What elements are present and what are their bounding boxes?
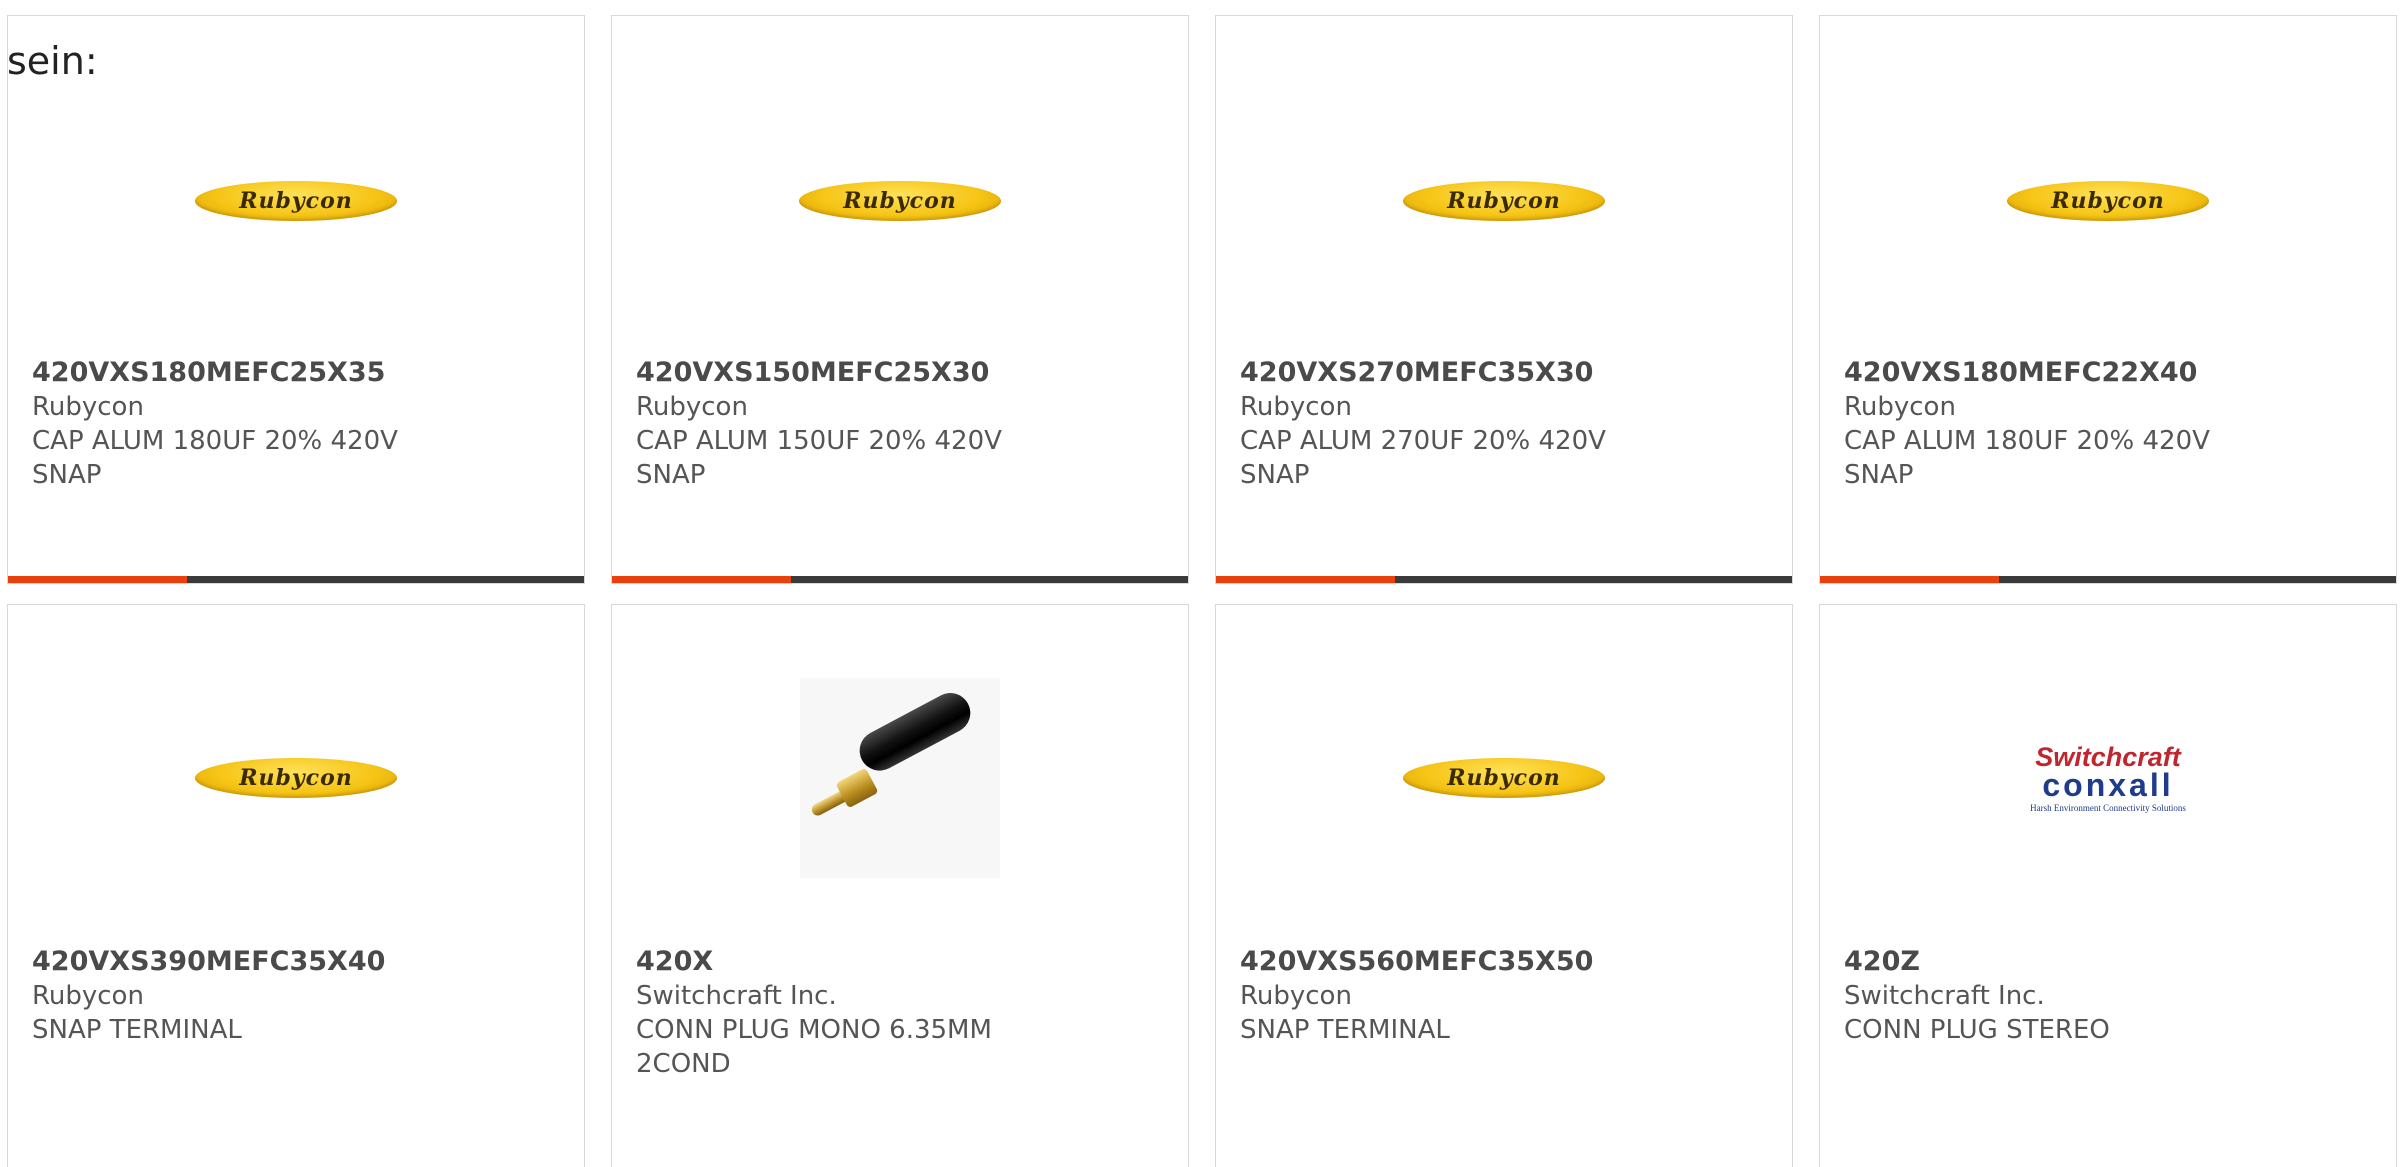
product-grid-page: sein: Rubycon 420VXS180MEFC25X35 Rubycon… <box>0 0 2400 1167</box>
part-number-link[interactable]: 420VXS150MEFC25X30 <box>636 356 1164 390</box>
progress-fill <box>8 576 187 583</box>
part-number-link[interactable]: 420VXS270MEFC35X30 <box>1240 356 1768 390</box>
manufacturer-name: Switchcraft Inc. <box>1844 981 2045 1011</box>
part-number-link[interactable]: 420VXS180MEFC22X40 <box>1844 356 2372 390</box>
rubycon-logo: Rubycon <box>2007 181 2209 221</box>
part-number-link[interactable]: 420Z <box>1844 945 2372 979</box>
product-image[interactable]: Rubycon <box>8 56 584 346</box>
product-card[interactable]: Rubycon 420VXS390MEFC35X40 Rubycon SNAP … <box>7 604 585 1167</box>
product-description: SNAP TERMINAL <box>32 1015 242 1045</box>
product-image[interactable]: Rubycon <box>1820 56 2396 346</box>
product-image[interactable]: Rubycon <box>1216 56 1792 346</box>
product-image[interactable]: Rubycon <box>1216 633 1792 923</box>
product-card[interactable]: Switchcraft conxall Harsh Environment Co… <box>1819 604 2397 1167</box>
product-info: 420X Switchcraft Inc. CONN PLUG MONO 6.3… <box>636 945 1164 1081</box>
manufacturer-name: Rubycon <box>32 392 144 422</box>
product-info: 420VXS150MEFC25X30 Rubycon CAP ALUM 150U… <box>636 356 1164 492</box>
product-info: 420VXS560MEFC35X50 Rubycon SNAP TERMINAL <box>1240 945 1768 1047</box>
card-progress-bar <box>612 576 1188 583</box>
product-card[interactable]: Rubycon 420VXS560MEFC35X50 Rubycon SNAP … <box>1215 604 1793 1167</box>
product-info: 420Z Switchcraft Inc. CONN PLUG STEREO <box>1844 945 2372 1047</box>
product-card[interactable]: Rubycon 420VXS150MEFC25X30 Rubycon CAP A… <box>611 15 1189 584</box>
rubycon-logo: Rubycon <box>195 181 397 221</box>
progress-fill <box>1216 576 1395 583</box>
product-description: CAP ALUM 180UF 20% 420V SNAP <box>32 426 398 490</box>
progress-fill <box>612 576 791 583</box>
manufacturer-name: Switchcraft Inc. <box>636 981 837 1011</box>
progress-fill <box>1820 576 1999 583</box>
product-card[interactable]: Rubycon 420VXS270MEFC35X30 Rubycon CAP A… <box>1215 15 1793 584</box>
manufacturer-name: Rubycon <box>1240 392 1352 422</box>
product-card[interactable]: Rubycon 420VXS180MEFC25X35 Rubycon CAP A… <box>7 15 585 584</box>
card-progress-bar <box>8 576 584 583</box>
intro-text: sein: <box>7 39 98 83</box>
rubycon-logo: Rubycon <box>1403 758 1605 798</box>
product-description: CAP ALUM 270UF 20% 420V SNAP <box>1240 426 1606 490</box>
product-image[interactable]: Rubycon <box>8 633 584 923</box>
plug-body <box>852 686 978 778</box>
product-image[interactable] <box>612 633 1188 923</box>
manufacturer-name: Rubycon <box>1240 981 1352 1011</box>
product-info: 420VXS270MEFC35X30 Rubycon CAP ALUM 270U… <box>1240 356 1768 492</box>
part-number-link[interactable]: 420VXS180MEFC25X35 <box>32 356 560 390</box>
rubycon-logo: Rubycon <box>1403 181 1605 221</box>
product-description: CAP ALUM 180UF 20% 420V SNAP <box>1844 426 2210 490</box>
rubycon-logo: Rubycon <box>195 758 397 798</box>
product-image[interactable]: Rubycon <box>612 56 1188 346</box>
product-info: 420VXS390MEFC35X40 Rubycon SNAP TERMINAL <box>32 945 560 1047</box>
product-info: 420VXS180MEFC22X40 Rubycon CAP ALUM 180U… <box>1844 356 2372 492</box>
product-description: CONN PLUG MONO 6.35MM 2COND <box>636 1015 992 1079</box>
product-image[interactable]: Switchcraft conxall Harsh Environment Co… <box>1820 633 2396 923</box>
product-info: 420VXS180MEFC25X35 Rubycon CAP ALUM 180U… <box>32 356 560 492</box>
product-description: SNAP TERMINAL <box>1240 1015 1450 1045</box>
audio-plug-photo <box>800 678 1000 878</box>
product-description: CONN PLUG STEREO <box>1844 1015 2110 1045</box>
manufacturer-name: Rubycon <box>32 981 144 1011</box>
product-card[interactable]: 420X Switchcraft Inc. CONN PLUG MONO 6.3… <box>611 604 1189 1167</box>
manufacturer-name: Rubycon <box>636 392 748 422</box>
part-number-link[interactable]: 420VXS560MEFC35X50 <box>1240 945 1768 979</box>
product-description: CAP ALUM 150UF 20% 420V SNAP <box>636 426 1002 490</box>
card-progress-bar <box>1820 576 2396 583</box>
manufacturer-name: Rubycon <box>1844 392 1956 422</box>
part-number-link[interactable]: 420X <box>636 945 1164 979</box>
rubycon-logo: Rubycon <box>799 181 1001 221</box>
switchcraft-conxall-logo: Switchcraft conxall Harsh Environment Co… <box>2030 741 2186 813</box>
part-number-link[interactable]: 420VXS390MEFC35X40 <box>32 945 560 979</box>
card-progress-bar <box>1216 576 1792 583</box>
product-card[interactable]: Rubycon 420VXS180MEFC22X40 Rubycon CAP A… <box>1819 15 2397 584</box>
